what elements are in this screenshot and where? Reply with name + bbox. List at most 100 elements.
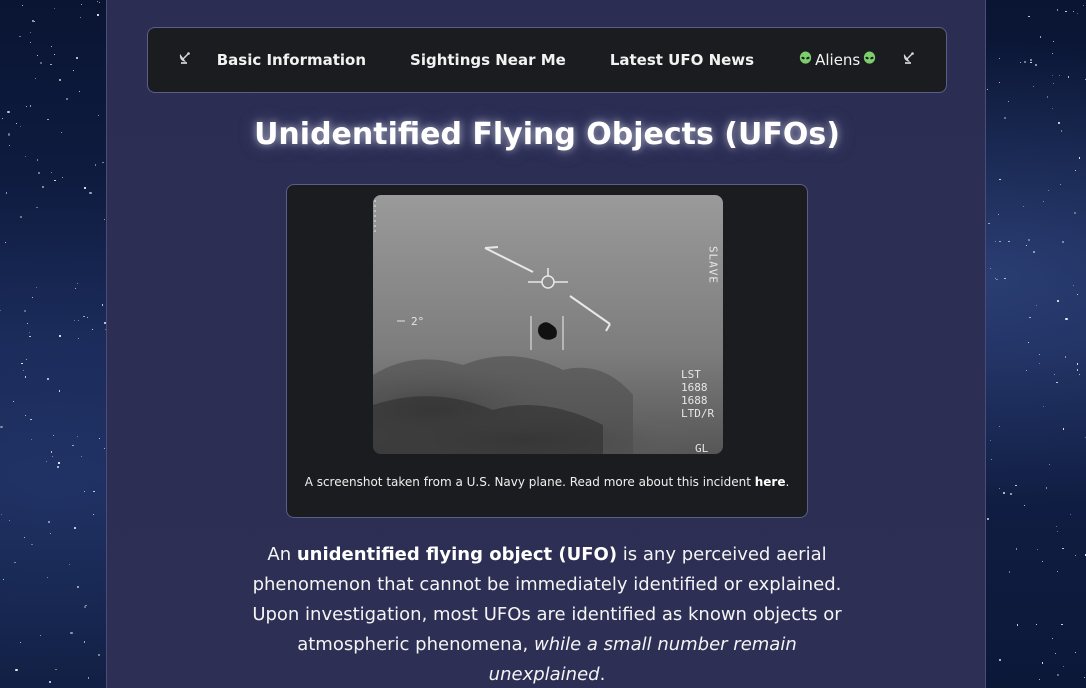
star bbox=[24, 376, 27, 378]
star bbox=[5, 192, 7, 194]
star bbox=[23, 309, 26, 313]
star bbox=[1010, 493, 1012, 495]
star bbox=[58, 462, 60, 464]
star bbox=[1062, 428, 1064, 430]
hud-bottom: GL bbox=[695, 442, 709, 454]
nav-aliens[interactable]: Aliens bbox=[798, 50, 877, 70]
star bbox=[1078, 374, 1080, 375]
star bbox=[12, 400, 14, 402]
star bbox=[79, 17, 81, 18]
intro-italic-tail: while a small number remain unexplained bbox=[488, 634, 797, 685]
star bbox=[40, 62, 42, 64]
star bbox=[1074, 652, 1076, 654]
star bbox=[1045, 487, 1047, 489]
intro-suffix: . bbox=[599, 664, 606, 685]
star bbox=[1015, 548, 1017, 550]
star bbox=[1061, 623, 1063, 625]
nav-sightings-near-me[interactable]: Sightings Near Me bbox=[410, 51, 566, 69]
star bbox=[1007, 100, 1009, 102]
star bbox=[1032, 86, 1034, 87]
star bbox=[87, 677, 90, 679]
star bbox=[1069, 514, 1071, 515]
star bbox=[989, 267, 991, 269]
star bbox=[1, 117, 3, 119]
star bbox=[51, 45, 53, 47]
star bbox=[1072, 10, 1074, 12]
star bbox=[1076, 369, 1079, 371]
star bbox=[1058, 122, 1060, 124]
star bbox=[96, 0, 99, 3]
star bbox=[83, 315, 85, 318]
satellite-dish-icon bbox=[899, 50, 919, 70]
hud-angle: 2° bbox=[411, 315, 424, 328]
star bbox=[49, 681, 51, 683]
star bbox=[1030, 59, 1032, 61]
star bbox=[1062, 547, 1064, 550]
star bbox=[1059, 74, 1060, 76]
star bbox=[1062, 241, 1064, 243]
star bbox=[56, 465, 59, 468]
hud-slave: SLAVE bbox=[707, 246, 720, 284]
star bbox=[50, 63, 52, 66]
star bbox=[22, 369, 24, 371]
nav-latest-ufo-news[interactable]: Latest UFO News bbox=[610, 51, 754, 69]
star bbox=[998, 658, 1001, 662]
star bbox=[1004, 117, 1006, 119]
star bbox=[1076, 363, 1078, 365]
star bbox=[86, 316, 88, 318]
star bbox=[1004, 277, 1006, 280]
star bbox=[49, 533, 51, 535]
star bbox=[988, 222, 990, 225]
star bbox=[1046, 96, 1049, 98]
star bbox=[97, 653, 100, 656]
star bbox=[14, 561, 16, 564]
star bbox=[19, 125, 21, 127]
star bbox=[1038, 353, 1040, 355]
alien-icon bbox=[798, 50, 813, 70]
star bbox=[76, 435, 78, 437]
star bbox=[1023, 205, 1024, 207]
star bbox=[1056, 381, 1058, 384]
navbar: Basic Information Sightings Near Me Late… bbox=[147, 27, 947, 93]
nav-aliens-label: Aliens bbox=[815, 51, 861, 69]
intro-prefix: An bbox=[267, 544, 297, 565]
star bbox=[1076, 293, 1078, 295]
star bbox=[1051, 637, 1053, 639]
star bbox=[997, 213, 999, 215]
hud-line-3: 1688 bbox=[681, 394, 708, 407]
star bbox=[1067, 76, 1070, 78]
star bbox=[1028, 239, 1030, 241]
star bbox=[987, 518, 989, 520]
star bbox=[19, 35, 21, 38]
star bbox=[78, 90, 80, 92]
star bbox=[54, 53, 55, 55]
star bbox=[104, 218, 105, 220]
star bbox=[9, 144, 11, 146]
star bbox=[15, 669, 18, 672]
star bbox=[50, 451, 52, 453]
star bbox=[80, 3, 82, 5]
star bbox=[1056, 531, 1058, 533]
star bbox=[1056, 9, 1059, 11]
incident-link[interactable]: here bbox=[755, 475, 786, 489]
star bbox=[36, 159, 38, 161]
star bbox=[999, 178, 1001, 180]
star bbox=[1057, 300, 1059, 302]
star bbox=[40, 634, 41, 636]
satellite-dish-icon bbox=[175, 50, 195, 70]
star bbox=[25, 414, 26, 416]
star bbox=[1030, 61, 1032, 63]
star bbox=[999, 487, 1001, 489]
star bbox=[68, 564, 70, 566]
star bbox=[996, 278, 998, 280]
star bbox=[89, 192, 92, 195]
star bbox=[1024, 61, 1026, 63]
star bbox=[1019, 61, 1021, 63]
star bbox=[93, 490, 95, 493]
star bbox=[998, 57, 1000, 59]
star bbox=[54, 7, 55, 9]
hud-line-4: LTD/R bbox=[681, 407, 714, 420]
page-title: Unidentified Flying Objects (UFOs) bbox=[254, 117, 840, 152]
star bbox=[1032, 250, 1035, 253]
nav-basic-information[interactable]: Basic Information bbox=[217, 51, 366, 69]
